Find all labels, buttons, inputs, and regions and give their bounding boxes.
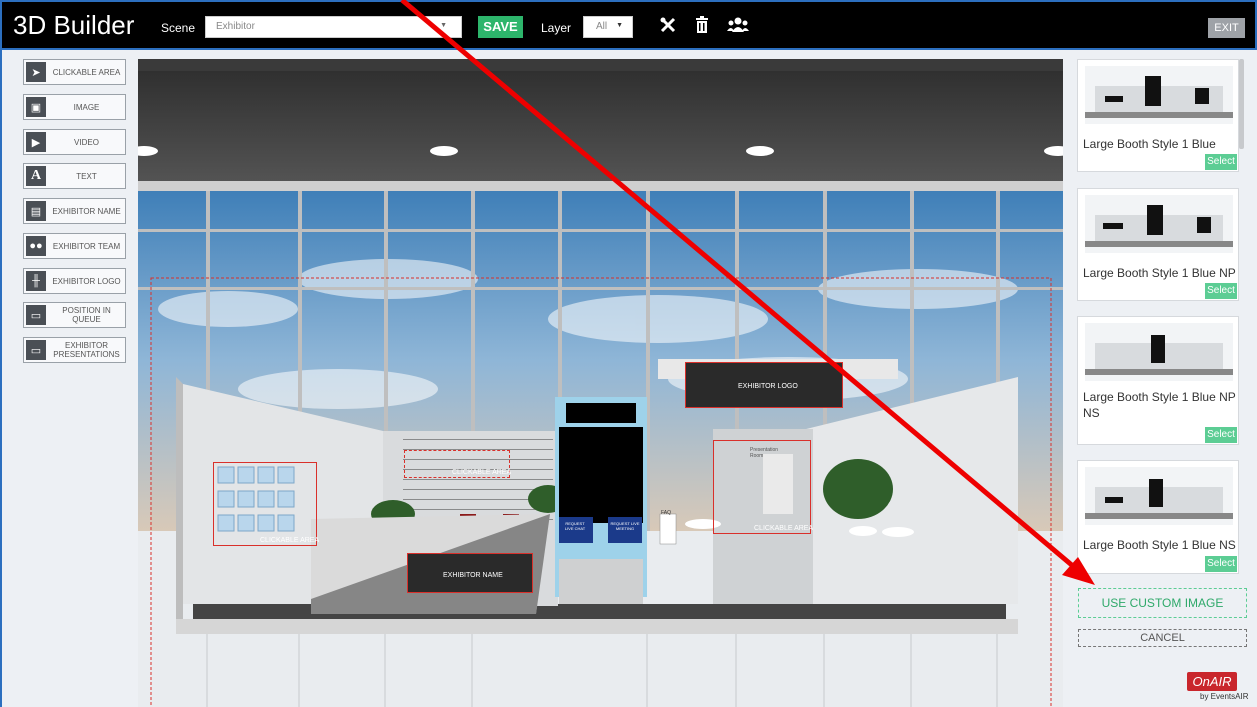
chevron-down-icon: ▼ <box>440 22 447 29</box>
cursor-icon: ➤ <box>26 62 46 82</box>
exhibitor-logo-label: EXHIBITOR LOGO <box>738 383 798 390</box>
exit-button[interactable]: EXIT <box>1208 18 1245 38</box>
tool-position-in-queue[interactable]: ▭ POSITION IN QUEUE <box>23 302 126 328</box>
scene-select-value: Exhibitor <box>216 21 255 32</box>
cancel-button[interactable]: CANCEL <box>1078 629 1247 647</box>
select-button[interactable]: Select <box>1205 427 1237 443</box>
clickable-area-label: CLICKABLE AREA <box>754 525 814 532</box>
exhibitor-name-label: EXHIBITOR NAME <box>443 572 503 579</box>
tool-label: CLICKABLE AREA <box>52 67 121 77</box>
logo-text: OnAIR <box>1192 674 1232 689</box>
scene-canvas[interactable]: EXHIBITOR LOGO EXHIBITOR NAME CLICKABLE … <box>138 59 1063 707</box>
template-card[interactable]: Large Booth Style 1 Blue NP Select <box>1077 188 1239 301</box>
tool-text[interactable]: A TEXT <box>23 163 126 189</box>
tool-label: IMAGE <box>73 102 100 112</box>
top-bar: 3D Builder Scene Exhibitor ▼ SAVE Layer … <box>0 0 1257 50</box>
template-thumbnail <box>1085 66 1233 124</box>
exhibitor-logo-area[interactable]: EXHIBITOR LOGO <box>685 362 843 408</box>
template-card[interactable]: Large Booth Style 1 Blue Select <box>1077 59 1239 172</box>
tool-label: VIDEO <box>74 137 99 147</box>
layer-select-value: All <box>596 21 608 32</box>
logo-subtext: by EventsAIR <box>1200 692 1249 701</box>
image-icon: ▣ <box>26 97 46 117</box>
presentation-room-text: Presentation Room <box>750 447 779 459</box>
trash-icon[interactable] <box>695 16 709 36</box>
nameplate-icon: ▤ <box>26 201 46 221</box>
team-icon: ●● <box>26 236 46 256</box>
template-name: Large Booth Style 1 Blue NS <box>1083 538 1236 552</box>
template-name: Large Booth Style 1 Blue NP NS <box>1083 390 1236 420</box>
tool-label: EXHIBITOR NAME <box>52 206 121 216</box>
tool-video[interactable]: ▶ VIDEO <box>23 129 126 155</box>
save-button[interactable]: SAVE <box>478 16 523 38</box>
users-icon[interactable] <box>727 16 749 36</box>
layer-select[interactable]: All ▼ <box>583 16 633 38</box>
chevron-down-icon: ▼ <box>616 22 623 29</box>
onair-logo: OnAIR <box>1187 672 1237 691</box>
select-button[interactable]: Select <box>1205 283 1237 299</box>
layer-label: Layer <box>541 21 572 35</box>
clickable-area-label: CLICKABLE AREA <box>452 469 512 476</box>
tool-exhibitor-name[interactable]: ▤ EXHIBITOR NAME <box>23 198 126 224</box>
tool-label: EXHIBITOR PRESENTATIONS <box>53 341 120 359</box>
logo-icon: ╫ <box>26 271 46 291</box>
presentation-icon: ▭ <box>26 340 46 360</box>
template-thumbnail <box>1085 323 1233 381</box>
scene-select[interactable]: Exhibitor ▼ <box>205 16 462 38</box>
monitor-icon: ▭ <box>26 305 46 325</box>
left-frame <box>0 50 8 707</box>
faq-text: FAQ <box>661 510 672 516</box>
tool-label: TEXT <box>76 171 97 181</box>
template-name: Large Booth Style 1 Blue NP <box>1083 266 1236 280</box>
tool-label: EXHIBITOR LOGO <box>52 276 121 286</box>
tool-exhibitor-presentations[interactable]: ▭ EXHIBITOR PRESENTATIONS <box>23 337 126 363</box>
tool-label: POSITION IN QUEUE <box>62 306 111 324</box>
clickable-area-presentation-room[interactable]: CLICKABLE AREA Presentation Room <box>713 440 814 534</box>
tool-exhibitor-logo[interactable]: ╫ EXHIBITOR LOGO <box>23 268 126 294</box>
use-custom-image-button[interactable]: USE CUSTOM IMAGE <box>1078 588 1247 618</box>
template-card[interactable]: Large Booth Style 1 Blue NP NS Select <box>1077 316 1239 445</box>
booth-scene-image <box>138 59 1063 707</box>
template-thumbnail <box>1085 467 1233 525</box>
tools-icon[interactable] <box>659 16 677 36</box>
app-title: 3D Builder <box>13 10 135 40</box>
clickable-area-back-wall[interactable]: CLICKABLE AREA <box>404 450 512 478</box>
request-chat-text: REQUEST LIVE CHAT <box>564 521 586 531</box>
template-list-scrollbar[interactable] <box>1239 59 1244 149</box>
select-button[interactable]: Select <box>1205 154 1237 170</box>
text-icon: A <box>26 166 46 186</box>
request-meeting-text: REQUEST LIVE MEETING <box>610 521 640 531</box>
video-icon: ▶ <box>26 132 46 152</box>
exhibitor-name-area[interactable]: EXHIBITOR NAME <box>407 553 533 593</box>
template-name: Large Booth Style 1 Blue <box>1083 137 1216 151</box>
clickable-area-label: CLICKABLE AREA <box>260 537 320 544</box>
scene-label: Scene <box>161 21 196 35</box>
tool-clickable-area[interactable]: ➤ CLICKABLE AREA <box>23 59 126 85</box>
template-thumbnail <box>1085 195 1233 253</box>
template-card[interactable]: Large Booth Style 1 Blue NS Select <box>1077 460 1239 574</box>
tool-exhibitor-team[interactable]: ●● EXHIBITOR TEAM <box>23 233 126 259</box>
select-button[interactable]: Select <box>1205 556 1237 572</box>
clickable-area-wall[interactable]: CLICKABLE AREA <box>213 462 320 546</box>
tool-image[interactable]: ▣ IMAGE <box>23 94 126 120</box>
tool-label: EXHIBITOR TEAM <box>52 241 121 251</box>
